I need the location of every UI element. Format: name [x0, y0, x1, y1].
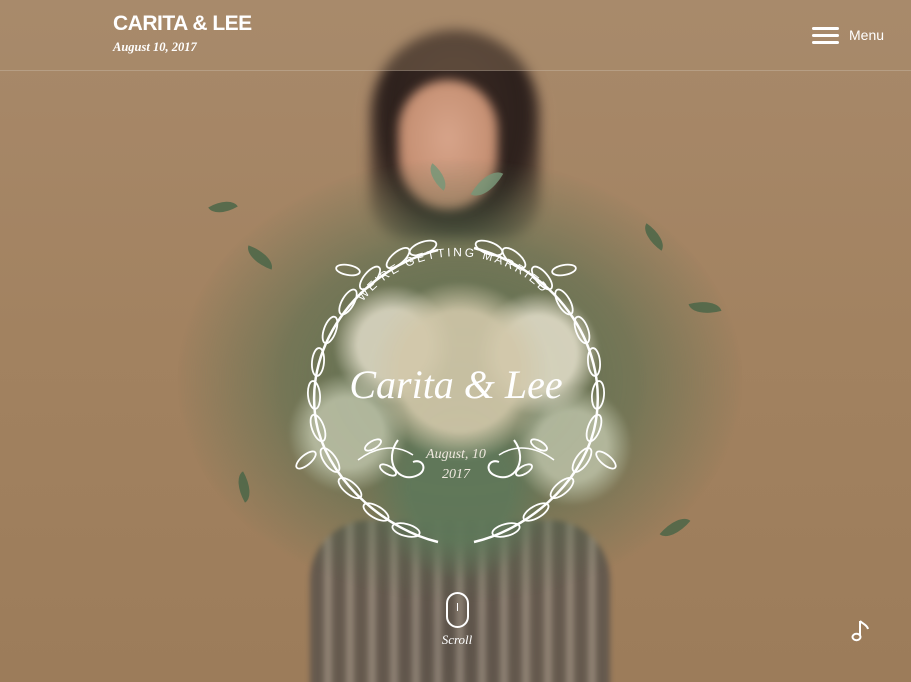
emblem-date-line2: 2017 — [442, 467, 471, 482]
top-navigation-bar: CARITA & LEE August 10, 2017 Menu — [0, 0, 911, 71]
emblem-arc-text: WE'RE GETTING MARRIED — [354, 245, 550, 304]
site-date: August 10, 2017 — [113, 40, 197, 54]
emblem-date-line1: August, 10 — [425, 447, 486, 462]
scroll-button[interactable]: Scroll — [430, 592, 484, 652]
scroll-label[interactable]: Scroll — [442, 632, 473, 648]
hamburger-icon[interactable] — [812, 25, 839, 45]
laurel-wreath-icon: WE'RE GETTING MARRIED Carita & Lee Augus… — [295, 239, 617, 544]
menu-label[interactable]: Menu — [849, 27, 884, 43]
music-note-icon[interactable] — [849, 618, 873, 644]
music-toggle-button[interactable] — [849, 618, 873, 644]
bouquet-leaf — [208, 194, 238, 220]
wedding-emblem: WE'RE GETTING MARRIED Carita & Lee Augus… — [288, 230, 624, 560]
emblem-names: Carita & Lee — [349, 362, 562, 407]
svg-text:WE'RE GETTING MARRIED: WE'RE GETTING MARRIED — [354, 245, 552, 304]
menu-button[interactable]: Menu — [812, 22, 884, 48]
site-title[interactable]: CARITA & LEE — [113, 12, 252, 36]
mouse-icon[interactable] — [445, 592, 469, 628]
